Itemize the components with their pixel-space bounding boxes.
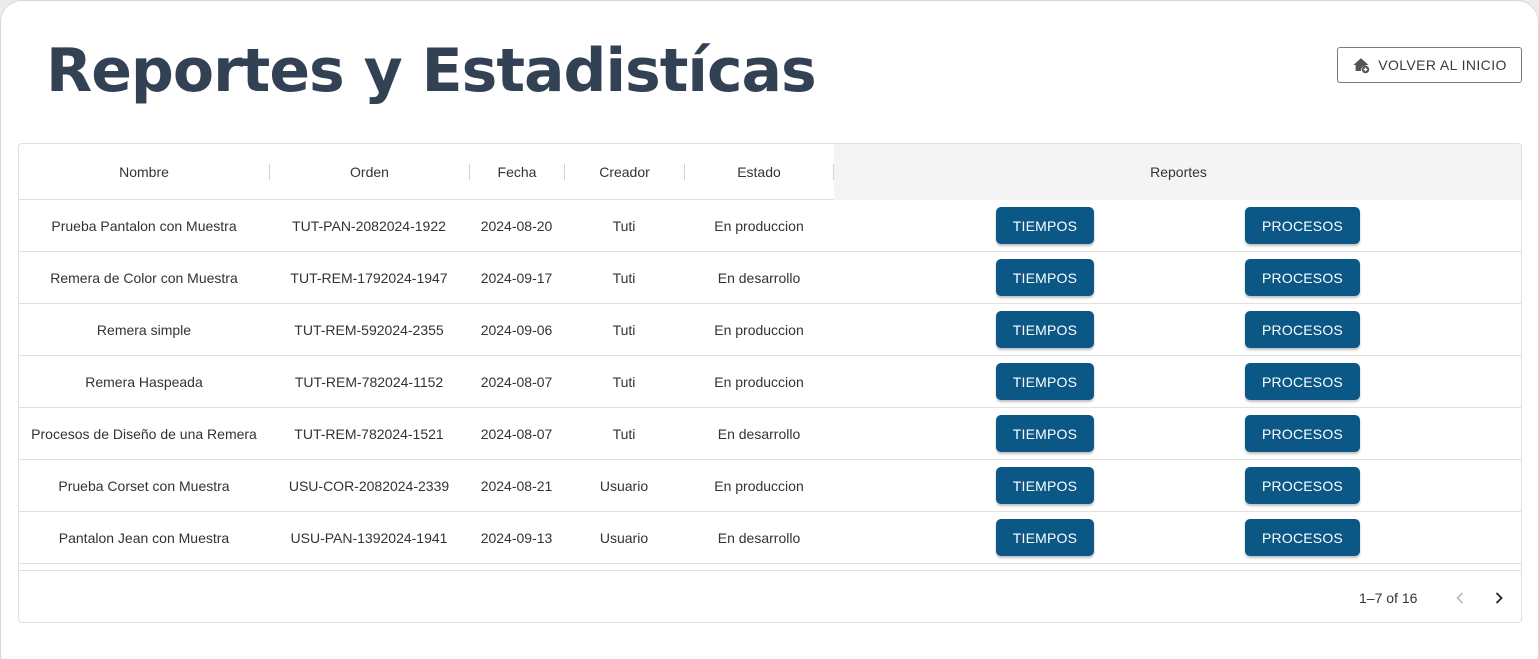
procesos-button[interactable]: PROCESOS [1245, 259, 1360, 296]
cell-orden: TUT-REM-592024-2355 [294, 321, 444, 338]
cell-fecha: 2024-08-21 [480, 477, 553, 494]
cell-estado: En desarrollo [717, 529, 801, 546]
cell-nombre: Prueba Corset con Muestra [58, 477, 230, 494]
table-footer: 1–7 of 16 [19, 570, 1521, 622]
table-row[interactable]: Pantalon Jean con Muestra USU-PAN-139202… [19, 512, 1521, 564]
table-row[interactable]: Remera Haspeada TUT-REM-782024-1152 2024… [19, 356, 1521, 408]
cell-orden: TUT-REM-1792024-1947 [290, 269, 448, 286]
cell-creador: Tuti [612, 269, 636, 286]
cell-creador: Usuario [599, 477, 649, 494]
back-to-home-label: VOLVER AL INICIO [1378, 57, 1507, 73]
cell-estado: En produccion [714, 217, 804, 234]
cell-creador: Tuti [612, 373, 636, 390]
page-card: Reportes y Estadistícas VOLVER AL INICIO… [0, 0, 1539, 659]
table-row[interactable]: Remera de Color con Muestra TUT-REM-1792… [19, 252, 1521, 304]
reports-table: Nombre Orden Fecha Creador Estado Report… [18, 143, 1522, 623]
chevron-right-icon [1491, 590, 1507, 606]
column-header-estado[interactable]: Estado [685, 144, 833, 200]
column-header-creador[interactable]: Creador [565, 144, 684, 200]
procesos-button[interactable]: PROCESOS [1245, 363, 1360, 400]
cell-nombre: Remera Haspeada [85, 373, 203, 390]
cell-orden: USU-COR-2082024-2339 [288, 477, 450, 494]
procesos-button[interactable]: PROCESOS [1245, 207, 1360, 244]
cell-estado: En produccion [714, 373, 804, 390]
cell-creador: Tuti [612, 321, 636, 338]
column-header-nombre[interactable]: Nombre [19, 144, 269, 200]
table-row[interactable]: Prueba Corset con Muestra USU-COR-208202… [19, 460, 1521, 512]
table-header: Nombre Orden Fecha Creador Estado Report… [19, 144, 1521, 200]
column-header-reportes[interactable]: Reportes [834, 144, 1521, 200]
cell-nombre: Remera simple [96, 321, 192, 338]
cell-orden: TUT-REM-782024-1152 [294, 373, 444, 390]
cell-creador: Usuario [599, 529, 649, 546]
pagination-range: 1–7 of 16 [1359, 590, 1418, 606]
procesos-button[interactable]: PROCESOS [1245, 311, 1360, 348]
cell-estado: En desarrollo [717, 269, 801, 286]
column-header-orden[interactable]: Orden [270, 144, 469, 200]
cell-nombre: Procesos de Diseño de una Remera [31, 425, 257, 442]
cell-creador: Tuti [612, 217, 636, 234]
next-page-button[interactable] [1485, 584, 1513, 612]
cell-orden: USU-PAN-1392024-1941 [290, 529, 448, 546]
cell-estado: En produccion [714, 477, 804, 494]
cell-orden: TUT-REM-782024-1521 [294, 425, 444, 442]
tiempos-button[interactable]: TIEMPOS [996, 363, 1094, 400]
cell-estado: En produccion [714, 321, 804, 338]
cell-fecha: 2024-09-06 [480, 321, 553, 338]
home-add-icon [1352, 56, 1370, 74]
cell-fecha: 2024-09-17 [480, 269, 553, 286]
tiempos-button[interactable]: TIEMPOS [996, 311, 1094, 348]
tiempos-button[interactable]: TIEMPOS [996, 415, 1094, 452]
cell-fecha: 2024-08-07 [480, 373, 553, 390]
table-row[interactable]: Prueba Pantalon con Muestra TUT-PAN-2082… [19, 200, 1521, 252]
procesos-button[interactable]: PROCESOS [1245, 519, 1360, 556]
tiempos-button[interactable]: TIEMPOS [996, 519, 1094, 556]
tiempos-button[interactable]: TIEMPOS [996, 207, 1094, 244]
cell-nombre: Pantalon Jean con Muestra [58, 529, 230, 546]
cell-orden: TUT-PAN-2082024-1922 [292, 217, 446, 234]
cell-fecha: 2024-08-07 [480, 425, 553, 442]
cell-nombre: Prueba Pantalon con Muestra [51, 217, 237, 234]
cell-estado: En desarrollo [717, 425, 801, 442]
procesos-button[interactable]: PROCESOS [1245, 415, 1360, 452]
cell-fecha: 2024-09-13 [480, 529, 553, 546]
page-title: Reportes y Estadistícas [46, 36, 817, 106]
tiempos-button[interactable]: TIEMPOS [996, 467, 1094, 504]
table-row[interactable]: Remera simple TUT-REM-592024-2355 2024-0… [19, 304, 1521, 356]
cell-fecha: 2024-08-20 [480, 217, 553, 234]
table-row[interactable]: Procesos de Diseño de una Remera TUT-REM… [19, 408, 1521, 460]
cell-creador: Tuti [612, 425, 636, 442]
previous-page-button[interactable] [1446, 584, 1474, 612]
procesos-button[interactable]: PROCESOS [1245, 467, 1360, 504]
chevron-left-icon [1452, 590, 1468, 606]
tiempos-button[interactable]: TIEMPOS [996, 259, 1094, 296]
cell-nombre: Remera de Color con Muestra [50, 269, 238, 286]
back-to-home-button[interactable]: VOLVER AL INICIO [1337, 47, 1522, 83]
column-header-fecha[interactable]: Fecha [470, 144, 564, 200]
